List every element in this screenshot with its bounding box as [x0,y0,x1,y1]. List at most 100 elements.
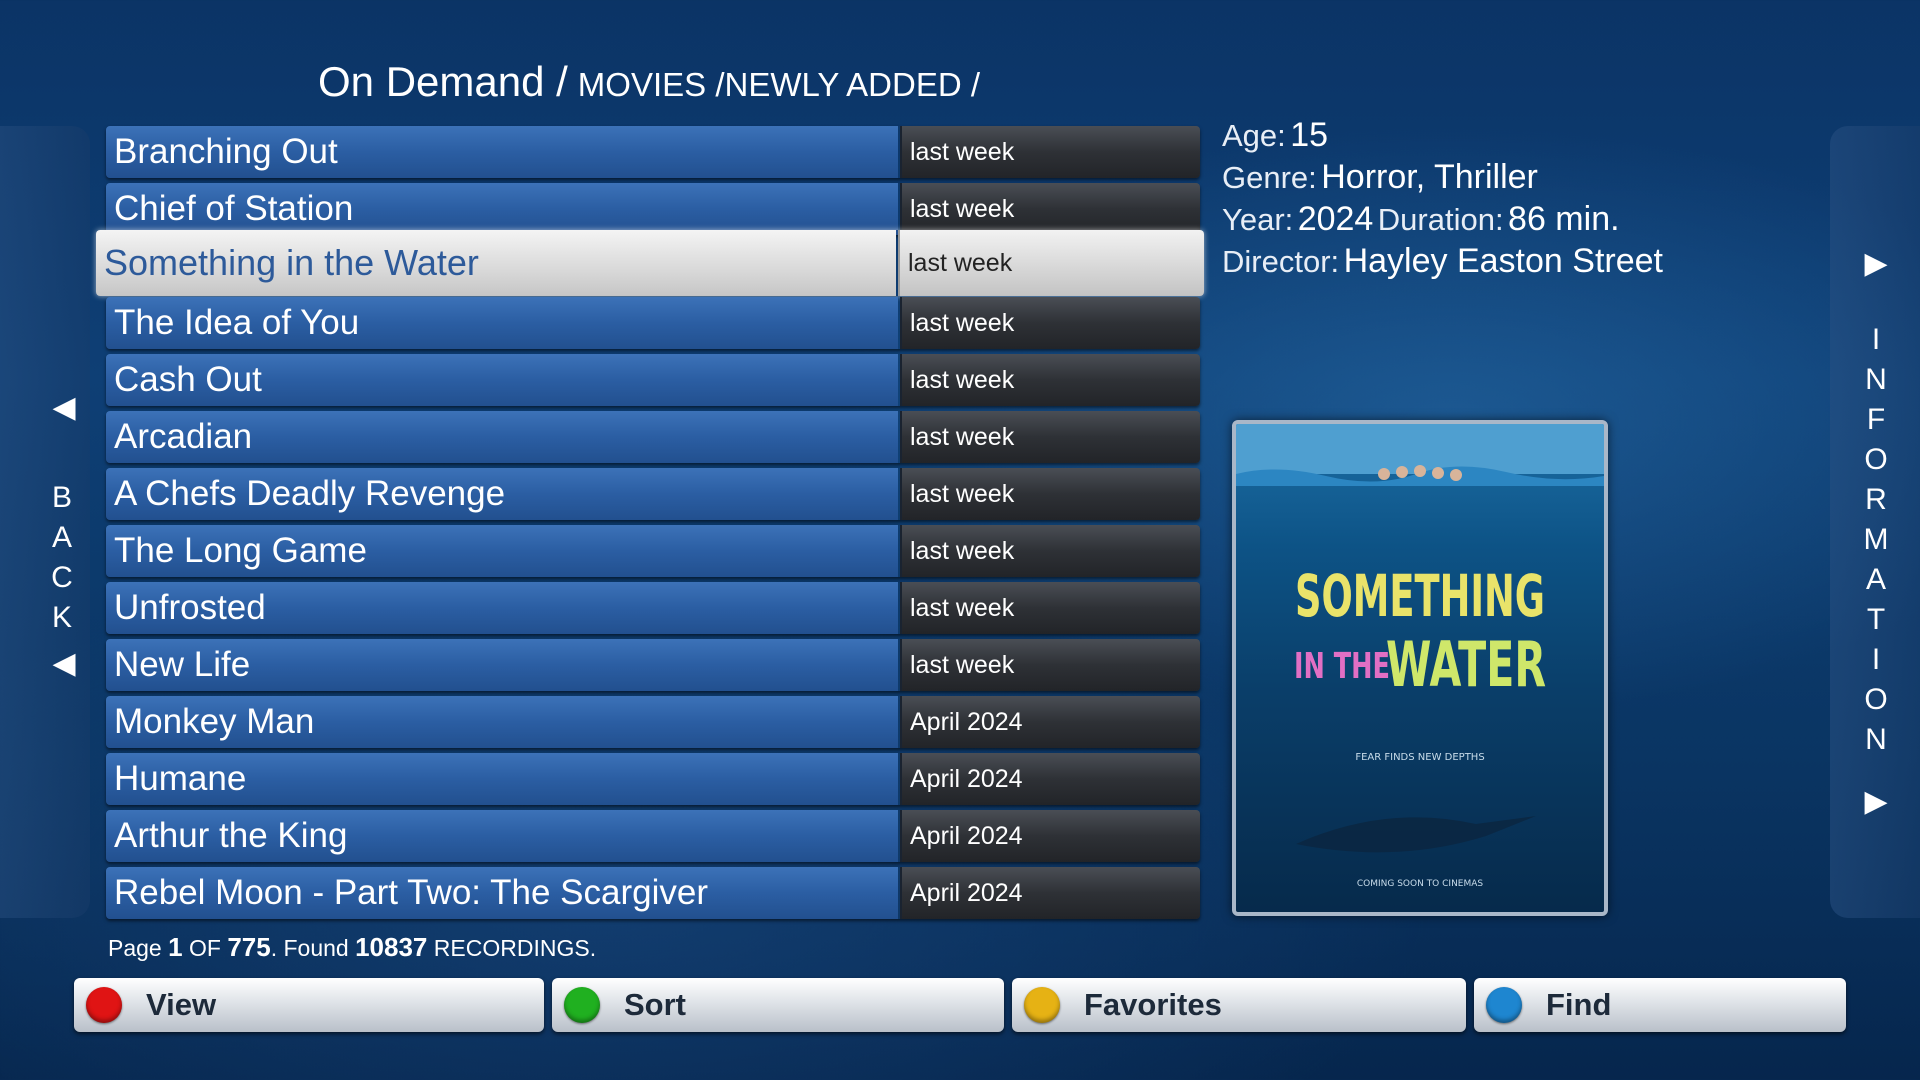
page-prefix: Page [108,935,162,961]
current-page: 1 [168,932,183,962]
movie-added-date: last week [900,183,1200,235]
movie-row[interactable]: Arcadian last week [106,411,1200,463]
genre-value: Horror, Thriller [1321,158,1538,196]
poster-tagline: FEAR FINDS NEW DEPTHS [1355,752,1484,763]
view-button-label: View [146,987,217,1022]
movie-added-date: last week [900,525,1200,577]
favorites-button[interactable]: Favorites [1012,978,1466,1032]
movie-title: The Long Game [106,525,898,577]
movie-added-date: last week [898,230,1204,296]
poster-artwork: SOMETHING IN THE WATER FEAR FINDS NEW DE… [1236,424,1604,889]
movie-added-date: last week [900,468,1200,520]
movie-added-date: last week [900,354,1200,406]
poster-title-line2b: WATER [1386,628,1546,701]
movie-row[interactable]: Arthur the King April 2024 [106,810,1200,862]
year-value: 2024 [1297,200,1374,238]
movie-added-date: last week [900,582,1200,634]
info-letter: N [1865,363,1887,396]
movie-row[interactable]: Branching Out last week [106,126,1200,178]
duration-label: Duration: [1377,202,1504,237]
movie-poster: SOMETHING IN THE WATER FEAR FINDS NEW DE… [1232,420,1608,916]
movie-added-date: last week [900,411,1200,463]
back-letter: C [51,561,73,594]
movie-title: Branching Out [106,126,898,178]
movie-added-date: April 2024 [900,696,1200,748]
movie-title: Monkey Man [106,696,898,748]
movie-added-date: last week [900,639,1200,691]
movie-row[interactable]: A Chefs Deadly Revenge last week [106,468,1200,520]
info-letter: T [1866,603,1886,636]
find-button[interactable]: Find [1474,978,1846,1032]
genre-label: Genre: [1222,160,1317,195]
age-value: 15 [1290,116,1329,154]
found-label: . Found [270,935,349,961]
info-letter: I [1871,643,1881,676]
movie-title: A Chefs Deadly Revenge [106,468,898,520]
director-label: Director: [1222,244,1340,279]
breadcrumb-root: On Demand / [318,58,568,105]
breadcrumb-path: MOVIES /NEWLY ADDED / [577,66,981,103]
back-letter: A [51,521,72,554]
movie-title: New Life [106,639,898,691]
recordings-label: RECORDINGS. [433,935,597,961]
back-arrow-icon-bottom: ◀ [52,647,76,680]
movie-row-selected[interactable]: Something in the Water last week [96,230,1204,296]
green-button-icon [564,987,600,1023]
info-arrow-icon-bottom: ▶ [1864,785,1888,818]
movie-title: Something in the Water [96,230,896,296]
info-letter: O [1864,683,1888,716]
director-value: Hayley Easton Street [1343,242,1663,280]
movie-added-date: April 2024 [900,867,1200,919]
movie-title: Cash Out [106,354,898,406]
information-panel[interactable]: ▶ I N F O R M A T I O N ▶ [1830,126,1920,918]
info-letter: F [1866,403,1886,436]
back-arrow-icon-top: ◀ [52,391,76,424]
poster-footer: COMING SOON TO CINEMAS [1357,879,1484,889]
info-letter: N [1865,723,1887,756]
movie-row[interactable]: Cash Out last week [106,354,1200,406]
info-letter: I [1871,323,1881,356]
year-label: Year: [1222,202,1294,237]
year-duration-line: Year: 2024 Duration: 86 min. [1222,198,1822,240]
movie-title: Arcadian [106,411,898,463]
age-label: Age: [1222,118,1286,153]
red-button-icon [86,987,122,1023]
movie-title: Chief of Station [106,183,898,235]
sort-button-label: Sort [624,987,686,1022]
page-status: Page 1 OF 775. Found 10837 RECORDINGS. [108,932,596,963]
director-line: Director: Hayley Easton Street [1222,240,1822,282]
movie-row[interactable]: The Long Game last week [106,525,1200,577]
movie-row[interactable]: Chief of Station last week [106,183,1200,235]
total-pages: 775 [227,932,271,962]
found-count: 10837 [355,932,428,962]
movie-row[interactable]: The Idea of You last week [106,297,1200,349]
movie-added-date: last week [900,126,1200,178]
movie-row[interactable]: Unfrosted last week [106,582,1200,634]
movie-row[interactable]: Humane April 2024 [106,753,1200,805]
info-letter: O [1864,443,1888,476]
movie-added-date: last week [900,297,1200,349]
movie-title: The Idea of You [106,297,898,349]
movie-title: Humane [106,753,898,805]
yellow-button-icon [1024,987,1060,1023]
poster-title-line1: SOMETHING [1295,562,1545,630]
back-letter: B [51,481,72,514]
favorites-button-label: Favorites [1084,987,1222,1022]
view-button[interactable]: View [74,978,544,1032]
find-button-label: Find [1546,987,1612,1022]
info-letter: A [1865,563,1886,596]
info-letter: M [1863,523,1889,556]
movie-row[interactable]: New Life last week [106,639,1200,691]
sort-button[interactable]: Sort [552,978,1004,1032]
movie-row[interactable]: Rebel Moon - Part Two: The Scargiver Apr… [106,867,1200,919]
movie-row[interactable]: Monkey Man April 2024 [106,696,1200,748]
back-panel[interactable]: ◀ B A C K ◀ [0,126,90,918]
movie-details: Age: 15 Genre: Horror, Thriller Year: 20… [1222,114,1822,282]
movie-title: Unfrosted [106,582,898,634]
age-line: Age: 15 [1222,114,1822,156]
genre-line: Genre: Horror, Thriller [1222,156,1822,198]
duration-value: 86 min. [1508,200,1620,238]
breadcrumb: On Demand / MOVIES /NEWLY ADDED / [318,58,980,108]
back-letter: K [51,601,72,634]
blue-button-icon [1486,987,1522,1023]
